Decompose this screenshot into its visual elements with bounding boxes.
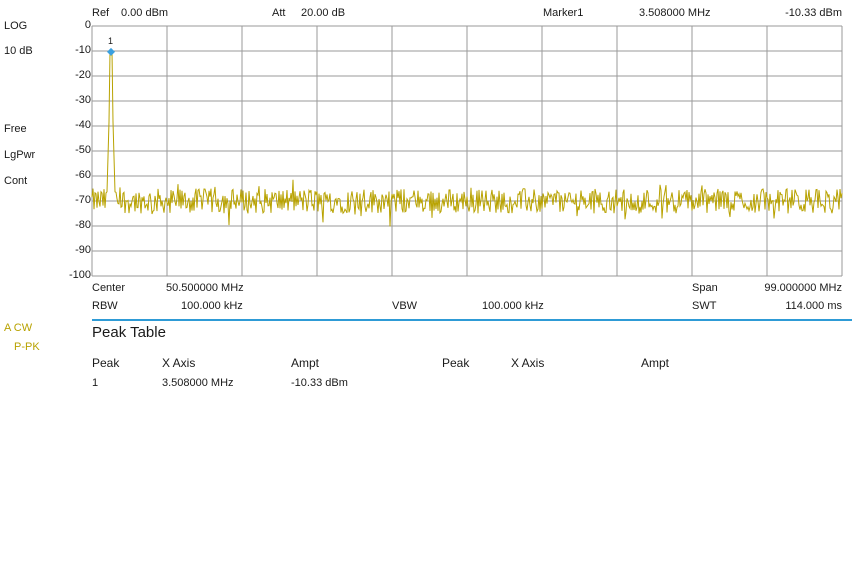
vbw-value[interactable]: 100.000 kHz (482, 300, 544, 312)
peak-table-title: Peak Table (92, 324, 166, 341)
peak-col-header-2: Peak (442, 356, 470, 370)
peak-amplitude: -10.33 dBm (291, 377, 348, 389)
span-label: Span (692, 282, 718, 294)
spectrum-plot[interactable]: 1 (0, 0, 852, 290)
center-frequency[interactable]: 50.500000 MHz (166, 282, 244, 294)
trace-name[interactable]: A CW (4, 322, 32, 334)
rbw-label: RBW (92, 300, 118, 312)
swt-label: SWT (692, 300, 717, 312)
vbw-label: VBW (392, 300, 418, 312)
peak-frequency: 3.508000 MHz (162, 377, 234, 389)
peak-col-header: Peak (92, 356, 120, 370)
swt-value[interactable]: 114.000 ms (785, 300, 842, 312)
marker-number-label: 1 (108, 36, 113, 46)
xaxis-col-header-2: X Axis (511, 356, 545, 370)
center-label: Center (92, 282, 126, 294)
plot-grid (91, 25, 843, 277)
ampt-col-header: Ampt (291, 356, 320, 370)
ampt-col-header-2: Ampt (641, 356, 670, 370)
marker-diamond-icon (107, 47, 115, 56)
rbw-value[interactable]: 100.000 kHz (181, 300, 243, 312)
marker-1: 1 (107, 36, 115, 56)
xaxis-col-header: X Axis (162, 356, 196, 370)
trace-detector[interactable]: P-PK (14, 341, 40, 353)
peak-number: 1 (92, 377, 99, 389)
panel-divider (92, 319, 852, 321)
span-value[interactable]: 99.000000 MHz (764, 282, 842, 294)
